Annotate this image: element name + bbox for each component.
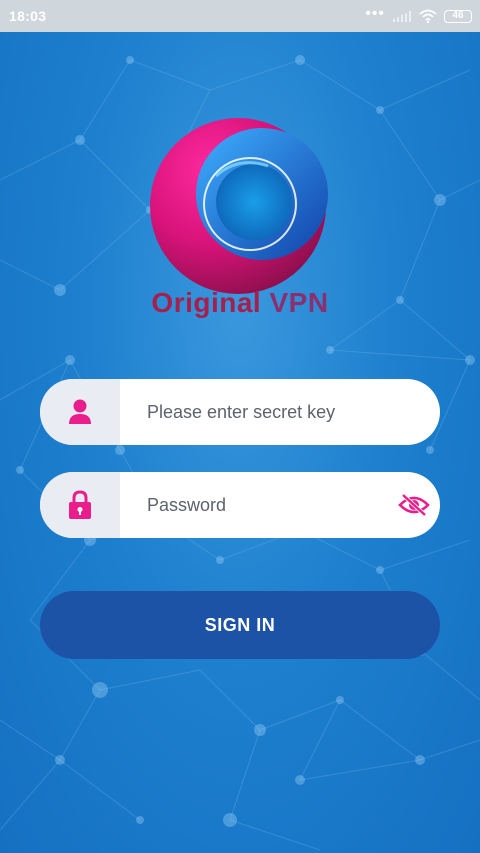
notification-dots: ••• [365, 5, 385, 22]
signal-icon [393, 11, 411, 22]
lock-icon [69, 490, 91, 519]
secret-key-input[interactable] [120, 379, 440, 445]
status-time: 18:03 [9, 8, 47, 24]
password-input[interactable] [120, 472, 388, 538]
secret-key-field[interactable] [40, 379, 440, 445]
brand-word-original: Original [151, 287, 262, 318]
status-icons: ••• 46 [365, 5, 472, 23]
brand-word-vpn: VPN [269, 287, 329, 318]
eye-off-icon [398, 493, 430, 517]
password-field[interactable] [40, 472, 440, 538]
status-bar: 18:03 ••• 46 [0, 0, 480, 32]
battery-icon: 46 [444, 9, 472, 23]
wifi-icon [419, 9, 437, 23]
secret-key-icon-box [40, 379, 120, 445]
sign-in-button[interactable]: SIGN IN [40, 591, 440, 659]
password-icon-box [40, 472, 120, 538]
person-icon [69, 399, 91, 424]
brand-name: Original VPN [0, 287, 480, 319]
